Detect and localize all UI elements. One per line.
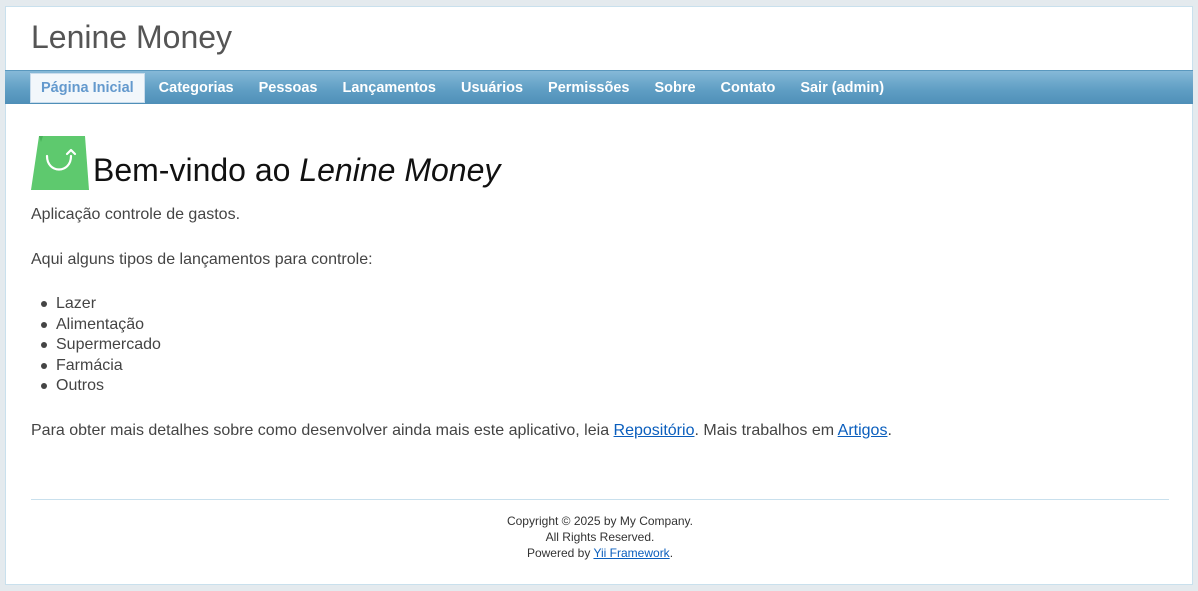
footer-divider bbox=[31, 499, 1169, 500]
types-intro-text: Aqui alguns tipos de lançamentos para co… bbox=[31, 251, 373, 268]
footer-powered: Powered by Yii Framework. bbox=[6, 545, 1194, 561]
nav-link-pagina-inicial[interactable]: Página Inicial bbox=[30, 72, 145, 103]
nav-link-pessoas[interactable]: Pessoas bbox=[248, 73, 329, 103]
list-item-label: Alimentação bbox=[56, 315, 145, 333]
nav-item-contato[interactable]: Contato bbox=[710, 73, 790, 103]
bullet-icon bbox=[41, 342, 47, 348]
nav-item-sair[interactable]: Sair (admin) bbox=[789, 73, 898, 103]
list-item: Farmácia bbox=[31, 356, 1171, 377]
page-container: Lenine Money Página Inicial Categorias P… bbox=[5, 6, 1193, 585]
footer-copyright: Copyright © 2025 by My Company. bbox=[506, 514, 694, 528]
list-item: Alimentação bbox=[31, 315, 1171, 336]
footer: Copyright © 2025 by My Company. All Righ… bbox=[6, 513, 1194, 561]
site-logo: Lenine Money bbox=[31, 19, 233, 55]
bullet-icon bbox=[41, 362, 47, 369]
welcome-title: Bem-vindo ao Lenine Money bbox=[93, 152, 500, 188]
details-middle: . Mais trabalhos em bbox=[694, 421, 838, 439]
list-item: Outros bbox=[31, 376, 1171, 397]
nav-link-usuarios[interactable]: Usuários bbox=[450, 73, 534, 103]
nav-link-contato[interactable]: Contato bbox=[710, 73, 787, 103]
details-text: Para obter mais detalhes sobre como dese… bbox=[31, 421, 1171, 441]
main-content: Bem-vindo ao Lenine Money Aplicação cont… bbox=[31, 133, 1171, 441]
header: Lenine Money bbox=[6, 7, 1192, 70]
nav-item-pessoas[interactable]: Pessoas bbox=[248, 73, 332, 103]
nav-item-pagina-inicial[interactable]: Página Inicial bbox=[30, 72, 148, 103]
list-item-label: Outros bbox=[56, 377, 105, 394]
list-item: Supermercado bbox=[31, 335, 1171, 356]
nav-link-sobre[interactable]: Sobre bbox=[643, 73, 706, 103]
nav-item-categorias[interactable]: Categorias bbox=[148, 73, 248, 103]
nav-item-sobre[interactable]: Sobre bbox=[643, 73, 709, 103]
yii-framework-link[interactable]: Yii Framework bbox=[593, 546, 669, 560]
list-item-label: Supermercado bbox=[56, 336, 161, 353]
types-list: Lazer Alimentação Supermercado Farmácia … bbox=[31, 294, 1171, 397]
bullet-icon bbox=[41, 301, 47, 307]
shopping-bag-icon bbox=[31, 136, 89, 190]
list-item-label: Lazer bbox=[56, 295, 97, 312]
bullet-icon bbox=[41, 383, 47, 389]
nav-item-usuarios[interactable]: Usuários bbox=[450, 73, 537, 103]
footer-powered-prefix: Powered by bbox=[526, 546, 594, 560]
intro-text: Aplicação controle de gastos. bbox=[31, 206, 241, 223]
nav-item-permissoes[interactable]: Permissões bbox=[537, 73, 643, 103]
nav-link-sair[interactable]: Sair (admin) bbox=[789, 73, 895, 103]
artigos-link[interactable]: Artigos bbox=[838, 422, 888, 439]
repositorio-link[interactable]: Repositório bbox=[614, 422, 695, 439]
footer-rights: All Rights Reserved. bbox=[545, 530, 655, 544]
welcome-title-prefix: Bem-vindo ao bbox=[93, 152, 300, 188]
nav-link-categorias[interactable]: Categorias bbox=[148, 73, 245, 103]
welcome-title-app: Lenine Money bbox=[299, 152, 501, 188]
list-item: Lazer bbox=[31, 294, 1171, 315]
main-menu: Página Inicial Categorias Pessoas Lançam… bbox=[5, 70, 1193, 104]
details-suffix: . bbox=[887, 421, 892, 439]
list-item-label: Farmácia bbox=[56, 356, 123, 374]
nav-item-lancamentos[interactable]: Lançamentos bbox=[331, 73, 449, 103]
bullet-icon bbox=[41, 321, 47, 328]
footer-powered-suffix: . bbox=[669, 546, 674, 560]
nav-link-lancamentos[interactable]: Lançamentos bbox=[331, 73, 446, 103]
nav-link-permissoes[interactable]: Permissões bbox=[537, 73, 640, 103]
details-prefix: Para obter mais detalhes sobre como dese… bbox=[31, 421, 614, 439]
welcome-heading-row: Bem-vindo ao Lenine Money bbox=[31, 133, 1171, 190]
